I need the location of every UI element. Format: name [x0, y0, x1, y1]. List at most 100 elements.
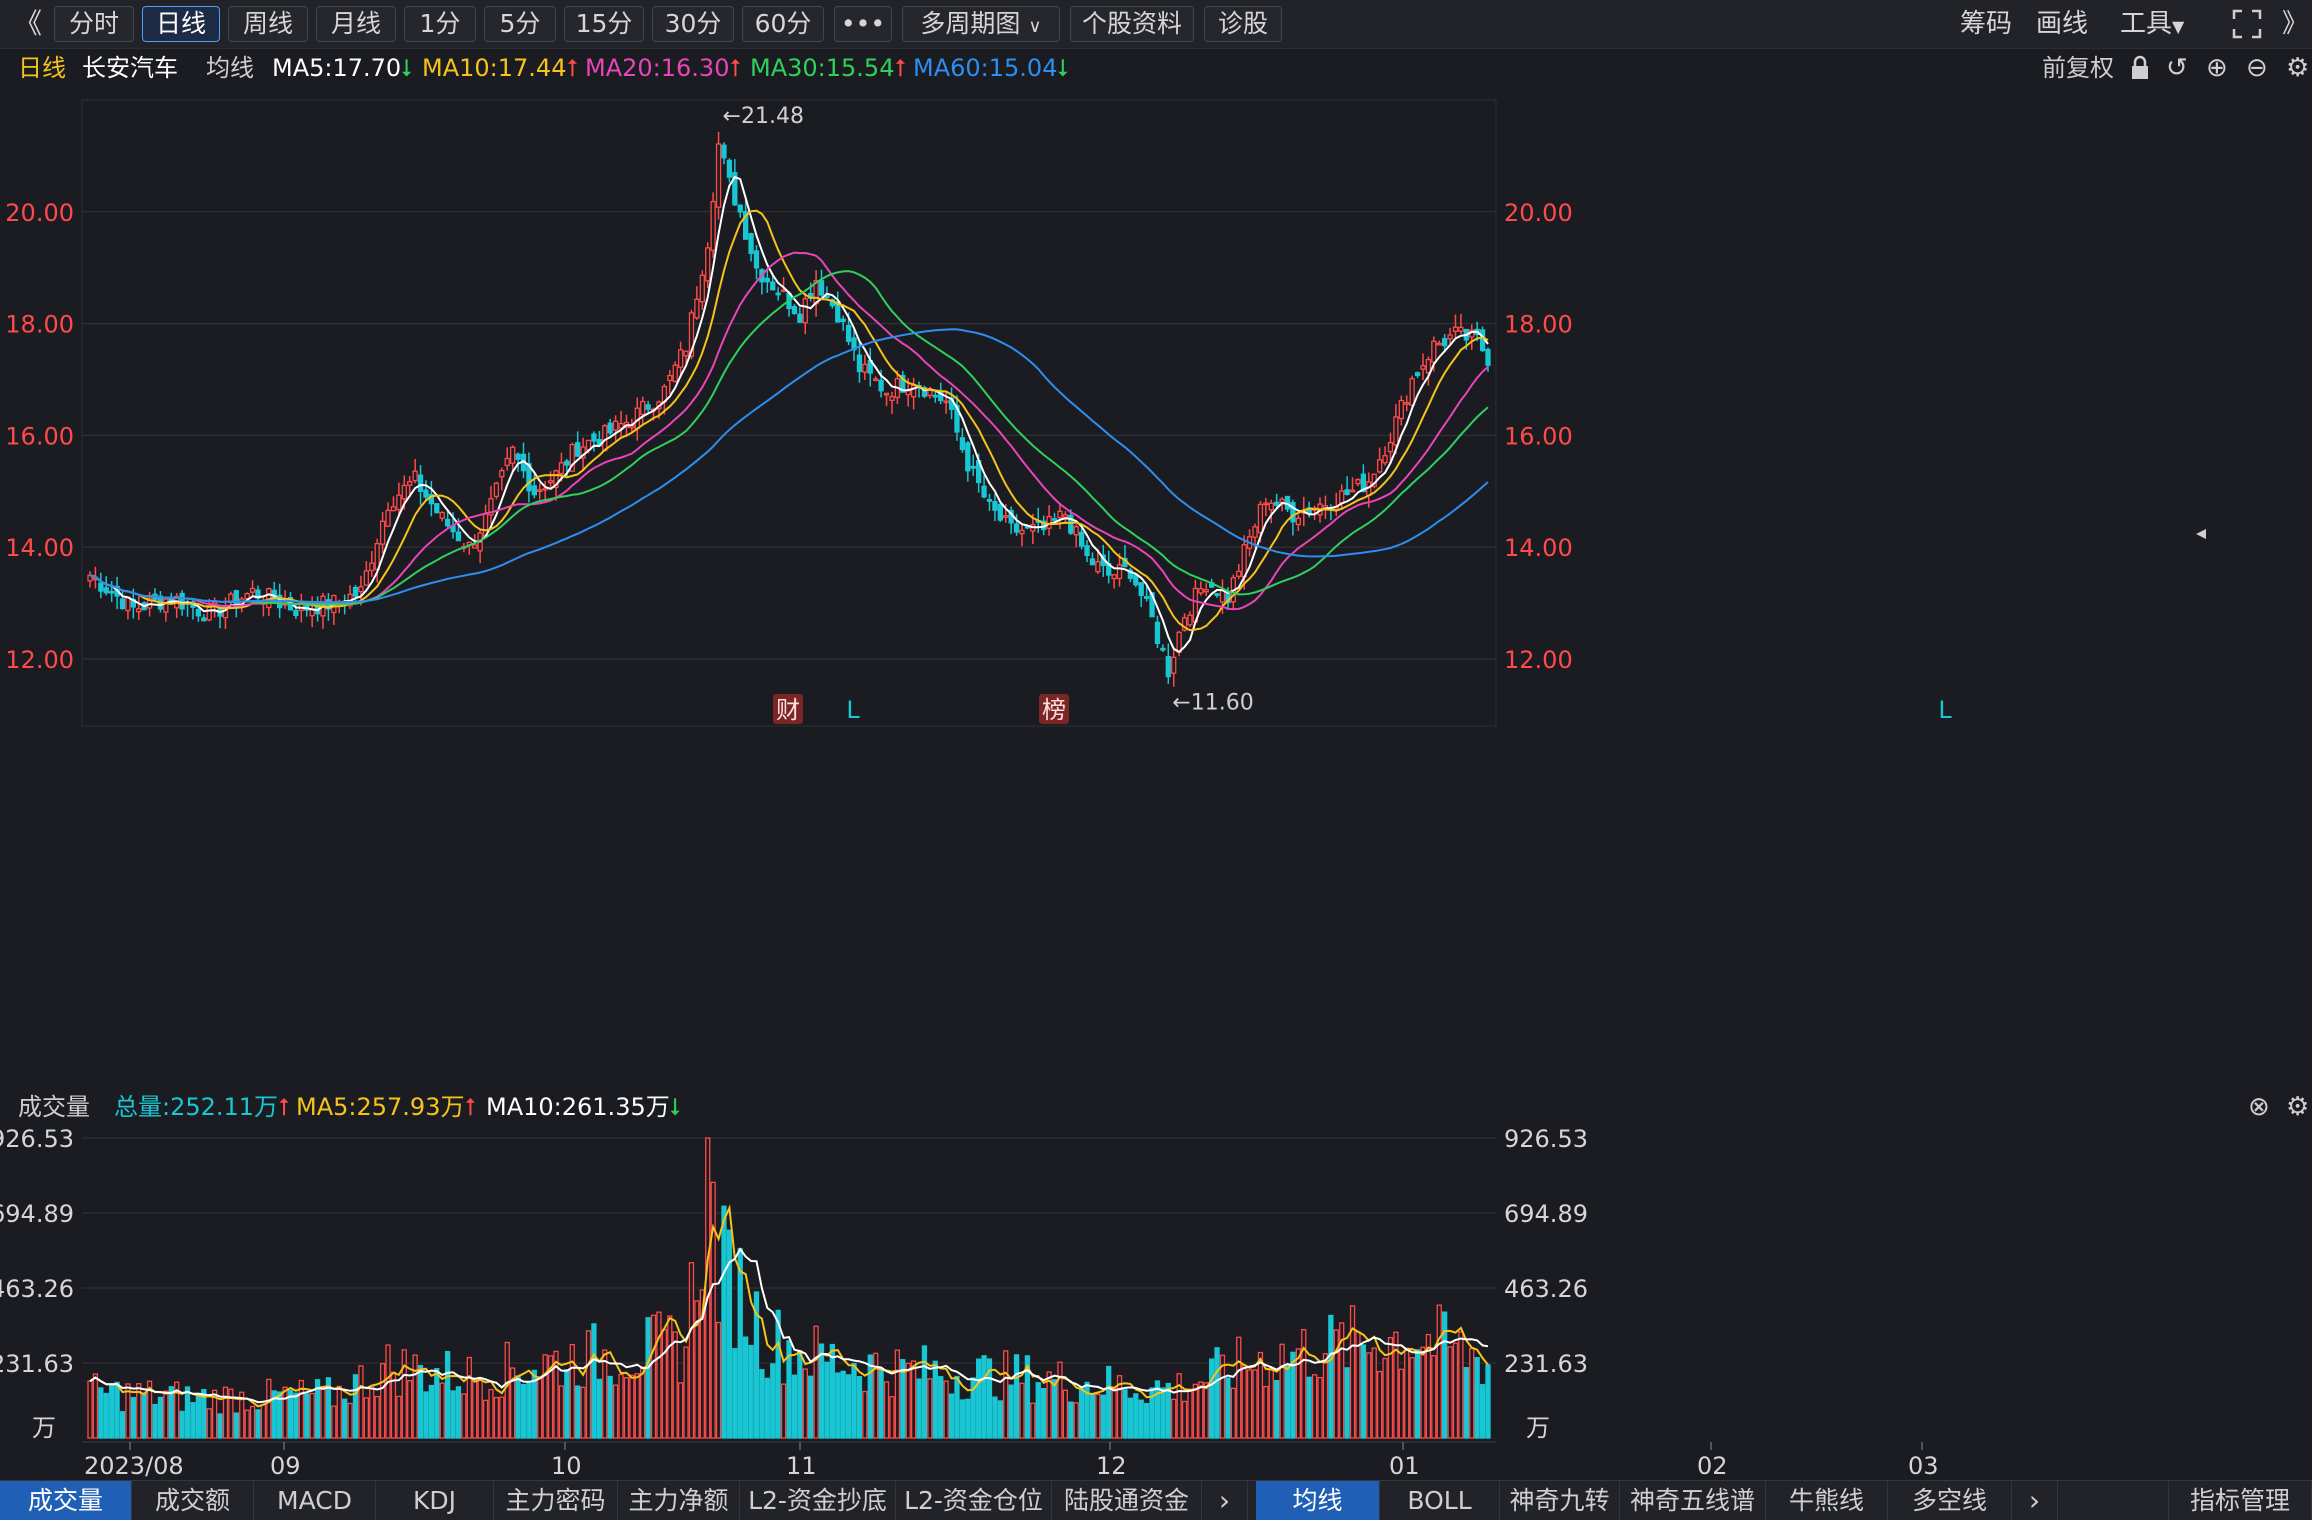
candle-body — [943, 400, 949, 404]
diagnose-button[interactable]: 诊股 — [1204, 6, 1282, 42]
volume-bar — [461, 1393, 467, 1439]
candle-body — [1236, 570, 1242, 577]
tab-five-line[interactable]: 神奇五线谱 — [1620, 1481, 1766, 1520]
stock-name[interactable]: 长安汽车 — [82, 48, 178, 88]
price-chart[interactable]: 20.00 20.00 18.00 18.00 16.00 16.00 14.00 14.00… — [0, 88, 2312, 1088]
tab-weekly[interactable]: 周线 — [228, 6, 308, 42]
volume-bar — [1003, 1350, 1009, 1439]
tab-monthly[interactable]: 月线 — [316, 6, 396, 42]
tab-northbound[interactable]: 陆股通资金 — [1052, 1481, 1202, 1520]
undo-icon[interactable]: ↺ — [2166, 48, 2188, 88]
volume-bar — [775, 1309, 781, 1439]
volume-bar — [997, 1400, 1003, 1439]
volume-bar — [921, 1345, 928, 1439]
tab-macd[interactable]: MACD — [254, 1481, 376, 1520]
tools-dropdown[interactable]: 工具▼ — [2120, 6, 2184, 42]
tab-main-net[interactable]: 主力净额 — [618, 1481, 740, 1520]
volume-bar — [927, 1378, 933, 1439]
tab-bull-bear[interactable]: 牛熊线 — [1766, 1481, 1888, 1520]
volume-bar — [802, 1368, 808, 1439]
tab-15min[interactable]: 15分 — [564, 6, 644, 42]
volume-bar — [1414, 1349, 1421, 1439]
zoom-in-icon[interactable]: ⊕ — [2206, 48, 2228, 88]
volume-bar — [585, 1330, 592, 1439]
volume-bar — [195, 1392, 202, 1439]
tab-boll[interactable]: BOLL — [1380, 1481, 1500, 1520]
gear-icon[interactable]: ⚙ — [2286, 1088, 2309, 1126]
tab-main-code[interactable]: 主力密码 — [494, 1481, 618, 1520]
volume-bar — [363, 1397, 369, 1439]
draw-line-button[interactable]: 画线 — [2036, 6, 2088, 42]
collapse-panel-icon[interactable]: 》 — [2282, 6, 2308, 42]
arrow-up-icon: ⭡ — [464, 1093, 476, 1121]
volume-tick-label: 926.53 — [1504, 1126, 1588, 1153]
candle-body — [119, 598, 126, 610]
volume-bar — [472, 1378, 478, 1439]
candle-body — [98, 582, 104, 592]
zoom-out-icon[interactable]: ⊖ — [2246, 48, 2268, 88]
volume-bar — [1398, 1368, 1404, 1439]
volume-bar — [1246, 1369, 1253, 1439]
tab-daily[interactable]: 日线 — [142, 6, 220, 42]
volume-bar — [103, 1392, 109, 1439]
multi-period-label: 多周期图 — [920, 9, 1021, 38]
candle-body — [504, 457, 510, 467]
candle-body — [499, 469, 505, 478]
candle-body — [970, 465, 976, 469]
candle-body — [862, 363, 868, 373]
tab-nine-turn[interactable]: 神奇九转 — [1500, 1481, 1620, 1520]
volume-bar — [417, 1365, 424, 1439]
chips-button[interactable]: 筹码 — [1960, 6, 2012, 42]
double-chevron-left-icon[interactable]: 《 — [14, 6, 42, 42]
indicator-name[interactable]: 均线 — [206, 48, 254, 88]
indicator-manage-button[interactable]: 指标管理 — [2168, 1481, 2312, 1520]
volume-bar — [602, 1349, 608, 1439]
candle-body — [802, 298, 808, 324]
close-icon[interactable]: ⊗ — [2248, 1088, 2270, 1126]
volume-bar — [396, 1395, 402, 1439]
tab-l2-bottom[interactable]: L2-资金抄底 — [740, 1481, 896, 1520]
candle-body — [1349, 489, 1356, 493]
tab-turnover[interactable]: 成交额 — [132, 1481, 254, 1520]
arrow-up-icon: ⭡ — [729, 54, 741, 82]
volume-unit-label: 万 — [1526, 1414, 1550, 1442]
tab-60min[interactable]: 60分 — [742, 6, 824, 42]
candle-body — [791, 306, 798, 315]
adjust-mode-button[interactable]: 前复权 — [2042, 48, 2114, 88]
volume-bar — [1187, 1389, 1193, 1439]
volume-bar — [580, 1386, 586, 1439]
tab-kdj[interactable]: KDJ — [376, 1481, 494, 1520]
multi-period-dropdown[interactable]: 多周期图 ∨ — [902, 6, 1060, 42]
tab-30min[interactable]: 30分 — [652, 6, 734, 42]
tab-ma[interactable]: 均线 — [1256, 1481, 1380, 1520]
volume-bar — [824, 1361, 830, 1439]
candle-body — [1187, 614, 1193, 626]
candle-body — [1442, 338, 1448, 347]
volume-bar — [948, 1393, 955, 1439]
tab-5min[interactable]: 5分 — [484, 6, 556, 42]
volume-bar — [1236, 1336, 1242, 1439]
candle-body — [1447, 334, 1453, 340]
volume-bar — [1431, 1355, 1437, 1439]
tab-volume[interactable]: 成交量 — [0, 1481, 132, 1520]
tab-l2-position[interactable]: L2-资金仓位 — [896, 1481, 1052, 1520]
chevron-right-icon[interactable]: › — [2012, 1481, 2058, 1520]
gear-icon[interactable]: ⚙ — [2286, 48, 2309, 88]
volume-bar — [1019, 1382, 1025, 1439]
tab-1min[interactable]: 1分 — [404, 6, 476, 42]
tab-long-short[interactable]: 多空线 — [1888, 1481, 2012, 1520]
volume-bar — [661, 1328, 668, 1439]
volume-bar — [954, 1375, 960, 1439]
volume-chart[interactable]: 926.53 926.53 694.89 694.89 463.26 463.26 231.… — [0, 1126, 2312, 1480]
volume-bar — [190, 1402, 196, 1439]
more-periods-button[interactable]: ••• — [834, 6, 892, 42]
candle-body — [201, 617, 207, 622]
fullscreen-icon[interactable] — [2232, 6, 2262, 42]
chevron-right-icon[interactable]: › — [1202, 1481, 1248, 1520]
candle-body — [109, 590, 115, 594]
volume-bar — [407, 1380, 413, 1439]
price-tick-label: 16.00 — [5, 422, 74, 450]
stock-info-button[interactable]: 个股资料 — [1070, 6, 1194, 42]
candle-body — [352, 586, 359, 597]
tab-intraday[interactable]: 分时 — [54, 6, 134, 42]
